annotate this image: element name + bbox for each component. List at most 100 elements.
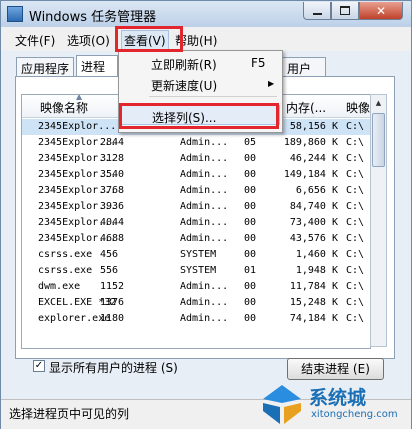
menu-update-speed[interactable]: 更新速度(U) ▶ (119, 74, 280, 94)
task-manager-window: Windows 任务管理器 ✕ 文件(F) 选项(O) 查看(V) 帮助(H) … (0, 0, 412, 429)
table-row[interactable]: dwm.exe 1152 Admin... 00 11,784 K C:\ (22, 279, 370, 295)
cell-desc: C:\ (346, 281, 365, 292)
cell-desc: C:\ (346, 137, 365, 148)
show-all-processes-checkbox[interactable]: ✓ (33, 360, 45, 372)
table-row[interactable]: 2345Explor... 2844 Admin... 05 189,860 K C:\ (22, 135, 370, 151)
close-button[interactable]: ✕ (359, 2, 403, 20)
cell-pid: 456 (100, 249, 119, 260)
cell-mem: 43,576 K (289, 233, 338, 244)
cell-image: csrss.exe (38, 249, 93, 260)
column-memory[interactable]: 内存(... (286, 99, 326, 116)
maximize-button[interactable] (331, 2, 359, 20)
cell-user: Admin... (180, 201, 229, 212)
cell-user: Admin... (180, 313, 229, 324)
tab-processes[interactable]: 进程 (76, 55, 118, 77)
watermark: 系统城 xitongcheng.com (259, 377, 409, 429)
table-row[interactable]: 2345Explor... 3936 Admin... 00 84,740 K C:\ (22, 199, 370, 215)
cell-pid: 3128 (100, 153, 125, 164)
cell-cpu: 00 (244, 249, 257, 260)
cell-mem: 6,656 K (295, 185, 338, 196)
cell-desc: C:\ (346, 201, 365, 212)
minimize-icon (312, 12, 322, 15)
cell-user: SYSTEM (180, 249, 217, 260)
close-icon: ✕ (375, 3, 387, 18)
task-manager-icon (7, 6, 23, 22)
vertical-scrollbar[interactable]: ▲ (370, 94, 387, 347)
cell-mem: 84,740 K (289, 201, 338, 212)
table-row[interactable]: 2345Explor... 3768 Admin... 00 6,656 K C:\ (22, 183, 370, 199)
tab-users[interactable]: 用户 (282, 57, 326, 77)
cell-user: Admin... (180, 153, 229, 164)
table-row[interactable]: 2345Explor... 4688 Admin... 00 43,576 K C:\ (22, 231, 370, 247)
menu-select-columns[interactable]: 选择列(S)... (119, 105, 280, 125)
cell-cpu: 00 (244, 217, 257, 228)
cell-pid: 4044 (100, 217, 125, 228)
cell-cpu: 00 (244, 233, 257, 244)
cell-cpu: 00 (244, 169, 257, 180)
minimize-button[interactable] (303, 2, 331, 20)
menu-file[interactable]: 文件(F) (15, 32, 55, 49)
cell-image: 2345Explor... (38, 121, 117, 132)
table-row[interactable]: EXCEL.EXE *32 1376 Admin... 00 15,248 K C:\ (22, 295, 370, 311)
table-row[interactable]: 2345Explor... 4044 Admin... 00 73,400 K C:\ (22, 215, 370, 231)
cell-pid: 3936 (100, 201, 125, 212)
cell-mem: 189,860 K (283, 137, 338, 148)
cell-user: Admin... (180, 169, 229, 180)
cell-desc: C:\ (346, 217, 365, 228)
tab-applications[interactable]: 应用程序 (16, 57, 74, 77)
cell-image: csrss.exe (38, 265, 93, 276)
table-row[interactable]: 2345Explor... 3128 Admin... 00 46,244 K C:\ (22, 151, 370, 167)
cell-cpu: 05 (244, 137, 257, 148)
cell-pid: 4688 (100, 233, 125, 244)
cell-desc: C:\ (346, 121, 365, 132)
scroll-up-icon[interactable]: ▲ (371, 95, 386, 111)
cell-cpu: 01 (244, 265, 257, 276)
table-row[interactable]: 2345Explor... 3540 Admin... 00 149,184 K C:\ (22, 167, 370, 183)
cell-mem: 46,244 K (289, 153, 338, 164)
cell-desc: C:\ (346, 185, 365, 196)
submenu-arrow-icon: ▶ (268, 79, 275, 88)
cell-user: Admin... (180, 281, 229, 292)
table-row[interactable]: csrss.exe 456 SYSTEM 00 1,460 K C:\ (22, 247, 370, 263)
cell-desc: C:\ (346, 233, 365, 244)
scroll-thumb[interactable] (372, 113, 385, 167)
menu-select-columns-label: 选择列(S)... (152, 111, 217, 125)
menu-refresh-label: 立即刷新(R) (151, 58, 217, 72)
menu-options[interactable]: 选项(O) (67, 32, 110, 49)
column-description[interactable]: 映像 (346, 99, 370, 116)
cell-user: Admin... (180, 217, 229, 228)
cell-cpu: 00 (244, 313, 257, 324)
title-bar[interactable]: Windows 任务管理器 ✕ (1, 1, 411, 27)
menu-update-speed-label: 更新速度(U) (151, 79, 218, 93)
cell-desc: C:\ (346, 313, 365, 324)
table-row[interactable]: csrss.exe 556 SYSTEM 01 1,948 K C:\ (22, 263, 370, 279)
menu-separator (149, 96, 277, 97)
menu-help[interactable]: 帮助(H) (175, 32, 217, 49)
cell-desc: C:\ (346, 249, 365, 260)
cell-user: Admin... (180, 233, 229, 244)
window-title: Windows 任务管理器 (29, 10, 157, 25)
cell-cpu: 00 (244, 297, 257, 308)
cell-pid: 1180 (100, 313, 125, 324)
cell-user: Admin... (180, 137, 229, 148)
menu-refresh-now[interactable]: 立即刷新(R) F5 (119, 53, 280, 73)
cell-mem: 15,248 K (289, 297, 338, 308)
cell-pid: 1152 (100, 281, 125, 292)
cell-mem: 149,184 K (283, 169, 338, 180)
column-image-name[interactable]: 映像名称 (40, 99, 88, 116)
cell-desc: C:\ (346, 297, 365, 308)
menu-bar: 文件(F) 选项(O) 查看(V) 帮助(H) (1, 27, 411, 51)
cell-mem: 11,784 K (289, 281, 338, 292)
cell-mem: 74,184 K (289, 313, 338, 324)
cell-desc: C:\ (346, 265, 365, 276)
xitongcheng-logo-icon (263, 385, 301, 424)
cell-desc: C:\ (346, 153, 365, 164)
table-row[interactable]: explorer.exe 1180 Admin... 00 74,184 K C:\ (22, 311, 370, 327)
status-text: 选择进程页中可见的列 (9, 407, 130, 421)
menu-view[interactable]: 查看(V) (121, 30, 169, 51)
cell-cpu: 00 (244, 185, 257, 196)
cell-desc: C:\ (346, 169, 365, 180)
cell-mem: 1,460 K (295, 249, 338, 260)
view-menu-dropdown: 立即刷新(R) F5 更新速度(U) ▶ 选择列(S)... (118, 50, 283, 133)
watermark-name: 系统城 (309, 387, 367, 409)
